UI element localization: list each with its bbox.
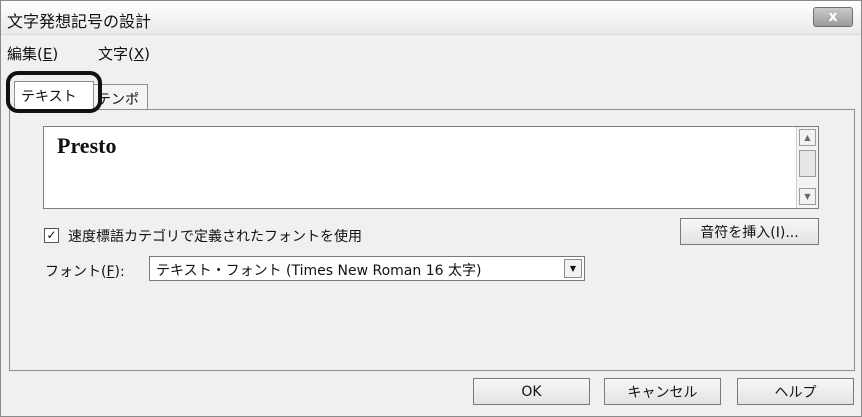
- close-icon: x: [828, 9, 838, 25]
- font-select-value: テキスト・フォント (Times New Roman 16 太字): [156, 263, 482, 279]
- tab-panel: Presto ▲ ▼ 音符を挿入(I)... ✓ 速度標語カテゴリで定義されたフ…: [9, 109, 855, 371]
- use-category-font-label: 速度標語カテゴリで定義されたフォントを使用: [68, 229, 362, 245]
- checkmark-icon: ✓: [46, 228, 57, 242]
- vertical-scrollbar[interactable]: ▲ ▼: [796, 127, 818, 208]
- menu-bar: 編集(E) 文字(X): [1, 43, 861, 67]
- window-title: 文字発想記号の設計: [7, 12, 152, 31]
- scroll-thumb[interactable]: [799, 150, 816, 177]
- chevron-down-icon[interactable]: ▼: [564, 259, 582, 278]
- scroll-down-icon[interactable]: ▼: [799, 188, 816, 205]
- dialog-window: 文字発想記号の設計 x 編集(E) 文字(X) テキスト テンポ Presto …: [0, 0, 862, 417]
- insert-note-button[interactable]: 音符を挿入(I)...: [680, 218, 819, 245]
- use-category-font-checkbox[interactable]: ✓: [44, 228, 59, 243]
- font-select[interactable]: テキスト・フォント (Times New Roman 16 太字) ▼: [149, 256, 585, 281]
- text-value: Presto: [57, 133, 117, 158]
- ok-button[interactable]: OK: [473, 378, 590, 405]
- title-bar[interactable]: 文字発想記号の設計 x: [1, 1, 861, 35]
- scroll-up-icon[interactable]: ▲: [799, 129, 816, 146]
- highlight-ring: [6, 71, 102, 113]
- menu-text[interactable]: 文字(X): [98, 43, 150, 64]
- tab-tempo-label: テンポ: [97, 92, 139, 108]
- text-edit-area[interactable]: Presto ▲ ▼: [43, 126, 819, 209]
- close-button[interactable]: x: [813, 7, 853, 27]
- menu-edit[interactable]: 編集(E): [7, 43, 58, 64]
- cancel-button[interactable]: キャンセル: [604, 378, 721, 405]
- font-label: フォント(F):: [45, 264, 125, 280]
- help-button[interactable]: ヘルプ: [737, 378, 854, 405]
